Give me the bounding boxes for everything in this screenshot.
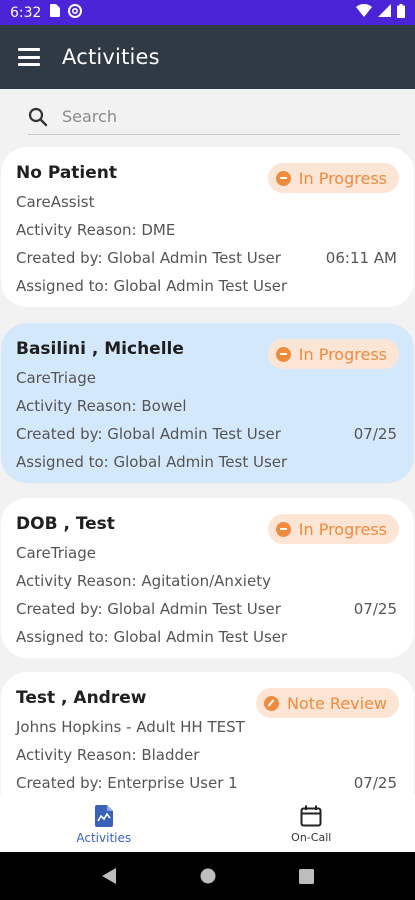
in-progress-icon — [275, 521, 291, 537]
status-badge: In Progress — [267, 514, 399, 544]
program-name: CareAssist — [16, 193, 95, 211]
assigned-to: Assigned to: Global Admin Test User — [16, 453, 288, 471]
status-label: Note Review — [286, 693, 387, 713]
created-by: Created by: Global Admin Test User — [16, 249, 281, 267]
created-row: Created by: Global Admin Test User 06:11… — [16, 249, 399, 267]
activity-list: No Patient CareAssist Activity Reason: D… — [0, 147, 415, 795]
nav-on-call[interactable]: On-Call — [208, 795, 415, 852]
nav-activities-label: Activities — [76, 830, 132, 845]
activity-reason: Activity Reason: Agitation/Anxiety — [16, 572, 271, 590]
status-label: In Progress — [298, 344, 387, 364]
search-input[interactable] — [62, 107, 362, 126]
calendar-icon — [300, 805, 322, 827]
activity-card[interactable]: No Patient CareAssist Activity Reason: D… — [1, 147, 414, 307]
created-by: Created by: Global Admin Test User — [16, 600, 281, 618]
created-row: Created by: Global Admin Test User 07/25 — [16, 600, 399, 618]
battery-icon — [397, 3, 405, 22]
created-by: Created by: Global Admin Test User — [16, 425, 281, 443]
program-name: CareTriage — [16, 369, 96, 387]
home-icon[interactable] — [200, 868, 216, 884]
status-badge: In Progress — [267, 339, 399, 369]
activity-date: 07/25 — [353, 774, 397, 792]
search-icon — [28, 107, 48, 126]
in-progress-icon — [275, 346, 291, 362]
at-sign-icon — [68, 3, 83, 22]
status-label: In Progress — [298, 168, 387, 188]
in-progress-icon — [275, 170, 291, 186]
app-bar: Activities — [0, 25, 415, 89]
activity-reason: Activity Reason: Bowel — [16, 397, 187, 415]
created-row: Created by: Enterprise User 1 07/25 — [16, 774, 399, 792]
activities-document-icon — [94, 804, 113, 827]
status-badge: Note Review — [255, 688, 399, 718]
signal-icon — [378, 4, 391, 21]
program-name: Johns Hopkins - Adult HH TEST — [16, 718, 245, 736]
back-icon[interactable] — [101, 867, 117, 885]
status-bar: 6:32 — [0, 0, 415, 25]
activity-reason: Activity Reason: DME — [16, 221, 176, 239]
activity-card[interactable]: Test , Andrew Johns Hopkins - Adult HH T… — [1, 672, 414, 795]
activity-date: 07/25 — [353, 425, 397, 443]
recents-icon[interactable] — [298, 868, 314, 884]
system-navigation-bar — [0, 852, 415, 900]
sim-card-icon — [49, 4, 61, 21]
search-bar[interactable] — [28, 99, 400, 135]
created-row: Created by: Global Admin Test User 07/25 — [16, 425, 399, 443]
note-review-icon — [263, 695, 279, 711]
activity-date: 06:11 AM — [325, 249, 397, 267]
activity-date: 07/25 — [353, 600, 397, 618]
activity-reason: Activity Reason: Bladder — [16, 746, 200, 764]
status-label: In Progress — [298, 519, 387, 539]
search-area — [0, 89, 415, 141]
status-badge: In Progress — [267, 163, 399, 193]
bottom-navigation: Activities On-Call — [0, 795, 415, 852]
assigned-to: Assigned to: Global Admin Test User — [16, 277, 288, 295]
assigned-to: Assigned to: Global Admin Test User — [16, 628, 288, 646]
nav-on-call-label: On-Call — [291, 831, 332, 844]
created-by: Created by: Enterprise User 1 — [16, 774, 238, 792]
program-name: CareTriage — [16, 544, 96, 562]
status-time: 6:32 — [10, 4, 42, 21]
hamburger-menu-icon[interactable] — [18, 48, 40, 66]
activity-card[interactable]: Basilini , Michelle CareTriage Activity … — [1, 323, 414, 483]
page-title: Activities — [62, 45, 160, 69]
activity-card[interactable]: DOB , Test CareTriage Activity Reason: A… — [1, 498, 414, 658]
nav-activities[interactable]: Activities — [0, 795, 208, 852]
wifi-icon — [356, 3, 372, 21]
